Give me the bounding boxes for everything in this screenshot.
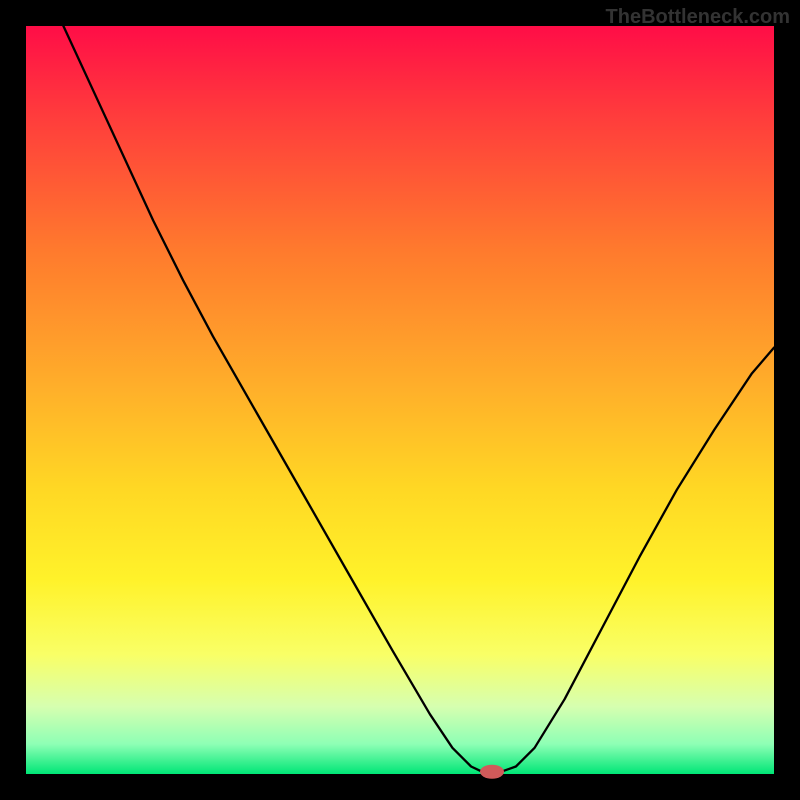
bottleneck-chart <box>0 0 800 800</box>
chart-container: TheBottleneck.com <box>0 0 800 800</box>
optimal-point-marker <box>480 765 504 779</box>
watermark-text: TheBottleneck.com <box>606 6 790 29</box>
